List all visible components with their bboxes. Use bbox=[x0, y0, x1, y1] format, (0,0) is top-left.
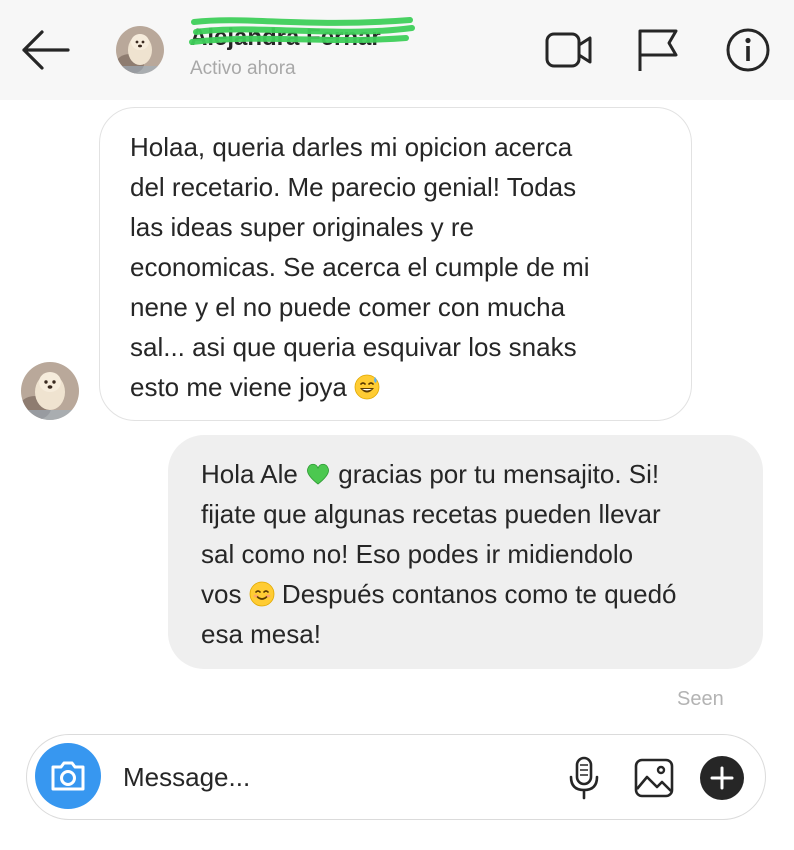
grinning-sweat-emoji bbox=[354, 374, 380, 400]
add-button[interactable] bbox=[699, 755, 745, 801]
camera-icon bbox=[51, 761, 85, 791]
report-button[interactable] bbox=[633, 27, 683, 73]
info-icon bbox=[726, 28, 770, 72]
gallery-button[interactable] bbox=[631, 755, 677, 801]
incoming-message-text: Holaa, queria darles mi opicion acerca d… bbox=[130, 132, 590, 402]
incoming-message-bubble[interactable]: Holaa, queria darles mi opicion acerca d… bbox=[99, 107, 692, 421]
sender-avatar[interactable] bbox=[21, 362, 79, 420]
outgoing-message-bubble[interactable]: Hola Ale gracias por tu mensajito. Si! f… bbox=[168, 435, 763, 669]
camera-button[interactable] bbox=[35, 743, 101, 809]
plus-circle-icon bbox=[700, 756, 744, 800]
message-input[interactable] bbox=[123, 757, 543, 797]
active-status: Activo ahora bbox=[190, 58, 296, 79]
green-heart-emoji bbox=[307, 463, 330, 485]
back-button[interactable] bbox=[18, 28, 72, 72]
dog-photo bbox=[21, 362, 79, 420]
smiling-face-emoji bbox=[249, 581, 275, 607]
video-call-button[interactable] bbox=[544, 27, 594, 73]
flag-icon bbox=[638, 29, 678, 71]
arrow-left-icon bbox=[22, 30, 70, 70]
info-button[interactable] bbox=[723, 27, 773, 73]
chat-header: Alejandra Fernar Activo ahora bbox=[0, 0, 794, 100]
seen-indicator: Seen bbox=[677, 688, 724, 710]
message-composer bbox=[26, 734, 766, 820]
dog-photo bbox=[116, 26, 164, 74]
video-camera-icon bbox=[545, 32, 592, 68]
contact-name[interactable]: Alejandra Fernar bbox=[190, 24, 381, 52]
microphone-icon bbox=[569, 756, 599, 800]
voice-message-button[interactable] bbox=[561, 755, 607, 801]
image-gallery-icon bbox=[634, 758, 674, 798]
outgoing-text-1: Hola Ale bbox=[201, 459, 306, 489]
contact-avatar[interactable] bbox=[116, 26, 164, 74]
